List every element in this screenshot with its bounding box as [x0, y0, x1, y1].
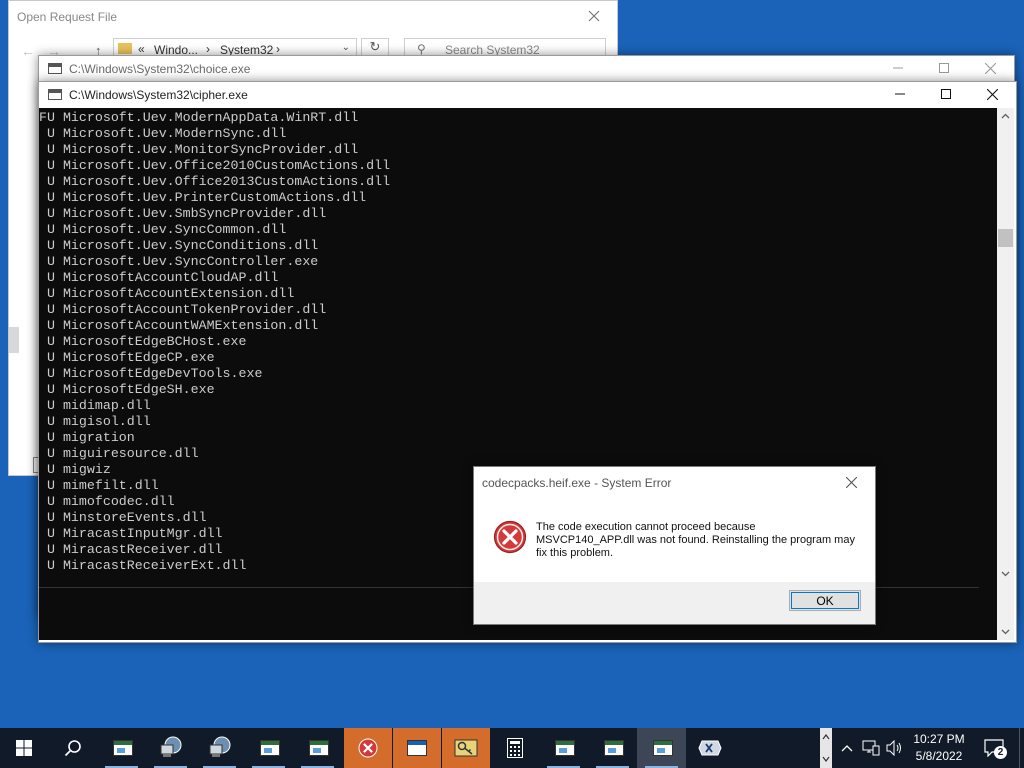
back-arrow-icon[interactable]: ← [21, 43, 35, 59]
choice-minimize-button[interactable] [876, 56, 922, 82]
choice-maximize-button[interactable] [922, 56, 968, 82]
close-icon [588, 10, 600, 22]
dialog-footer: OK [474, 582, 875, 624]
minimize-icon [895, 93, 905, 95]
taskbar-app-9[interactable] [588, 728, 637, 768]
dialog-message: The code execution cannot proceed becaus… [536, 521, 855, 559]
taskbar-app-5[interactable] [293, 728, 342, 768]
folder-icon [118, 43, 132, 54]
dialog-title: codecpacks.heif.exe - System Error [482, 476, 672, 490]
console-output-text: FU Microsoft.Uev.ModernAppData.WinRT.dll… [39, 110, 391, 573]
taskbar-calculator[interactable] [491, 728, 540, 768]
taskbar-app-7[interactable] [442, 728, 490, 768]
taskbar-scroller[interactable] [820, 728, 832, 768]
app-window-icon [113, 740, 133, 756]
cipher-close-button[interactable] [970, 82, 1016, 108]
choice-close-button[interactable] [968, 56, 1014, 82]
notification-center-button[interactable]: 2 [978, 728, 1018, 768]
choice-titlebar[interactable]: C:\Windows\System32\choice.exe [39, 56, 1014, 82]
taskbar-app-11[interactable] [686, 728, 735, 768]
cipher-maximize-button[interactable] [924, 82, 970, 108]
taskbar-app-3[interactable] [195, 728, 244, 768]
error-icon [358, 738, 378, 758]
dialog-titlebar[interactable]: codecpacks.heif.exe - System Error [474, 467, 875, 497]
clock-button[interactable]: 10:27 PM 5/8/2022 [906, 728, 972, 768]
cipher-titlebar[interactable]: C:\Windows\System32\cipher.exe [39, 82, 1016, 108]
taskbar-error-app[interactable] [344, 728, 392, 768]
chevron-down-icon[interactable]: ⌄ [342, 42, 350, 53]
chevron-up-icon [841, 745, 853, 752]
taskbar-app-8[interactable] [539, 728, 588, 768]
explorer-sidebar-scroll[interactable] [9, 327, 19, 353]
clock-time: 10:27 PM [913, 732, 965, 746]
explorer-titlebar[interactable]: Open Request File [9, 1, 617, 31]
console-scrollbar[interactable] [997, 108, 1014, 640]
volume-icon [886, 740, 901, 756]
dialog-close-button[interactable] [829, 467, 875, 497]
show-hidden-icons-button[interactable] [838, 738, 856, 758]
ok-button[interactable]: OK [789, 590, 861, 611]
cipher-title: C:\Windows\System32\cipher.exe [69, 88, 248, 102]
taskbar: 10:27 PM 5/8/2022 2 [0, 728, 1024, 768]
network-computer-icon [160, 736, 182, 757]
windows-start-icon [16, 740, 32, 756]
cipher-minimize-button[interactable] [878, 82, 924, 108]
search-button[interactable] [48, 728, 97, 768]
start-button[interactable] [0, 728, 48, 768]
app-window-icon [555, 740, 575, 756]
taskbar-app-10[interactable] [637, 728, 686, 768]
address-separator: › [276, 42, 280, 56]
scroll-up-button[interactable] [997, 108, 1014, 125]
console-app-icon [48, 89, 62, 100]
show-desktop-button[interactable] [1019, 728, 1024, 768]
console-app-icon [48, 63, 62, 74]
network-computer-icon [209, 736, 231, 757]
taskbar-app-1[interactable] [97, 728, 146, 768]
app-window-icon [653, 740, 673, 756]
error-icon [493, 520, 527, 554]
clock-date: 5/8/2022 [915, 749, 963, 763]
taskbar-app-2[interactable] [146, 728, 195, 768]
close-icon [987, 89, 998, 100]
scroll-down-button[interactable] [997, 565, 1014, 582]
explorer-close-button[interactable] [571, 1, 617, 31]
refresh-icon: ↻ [369, 39, 381, 54]
system-error-dialog: codecpacks.heif.exe - System Error The c… [473, 466, 876, 625]
minimize-icon [893, 67, 903, 69]
chevron-down-icon [1001, 629, 1010, 635]
app-window-icon [604, 740, 624, 756]
app-window-icon [260, 740, 280, 756]
network-icon [862, 740, 880, 756]
chevron-up-icon [1001, 113, 1010, 119]
scroll-down-button-bottom[interactable] [997, 623, 1014, 640]
address-prefix: « [138, 42, 145, 56]
chevron-up-icon [822, 734, 830, 740]
chevron-down-icon [822, 756, 830, 762]
notification-count: 2 [997, 747, 1004, 758]
font-viewer-icon [698, 740, 722, 756]
close-icon [846, 477, 857, 488]
volume-tray-button[interactable] [884, 738, 906, 758]
search-icon [64, 740, 81, 757]
close-icon [985, 63, 996, 74]
address-separator: › [206, 42, 210, 56]
document-window-icon [407, 740, 427, 756]
maximize-icon [939, 63, 949, 73]
chevron-down-icon [1001, 571, 1010, 577]
network-tray-button[interactable] [860, 738, 882, 758]
maximize-icon [941, 89, 951, 99]
app-window-icon [309, 740, 329, 756]
explorer-title: Open Request File [17, 10, 118, 24]
notification-count-badge: 2 [994, 746, 1007, 759]
search-icon: ⚲ [417, 42, 426, 56]
keys-icon [454, 739, 478, 757]
taskbar-app-4[interactable] [244, 728, 293, 768]
calculator-icon [507, 738, 523, 758]
taskbar-app-6[interactable] [393, 728, 441, 768]
scroll-thumb[interactable] [998, 229, 1013, 247]
choice-title: C:\Windows\System32\choice.exe [69, 62, 251, 76]
